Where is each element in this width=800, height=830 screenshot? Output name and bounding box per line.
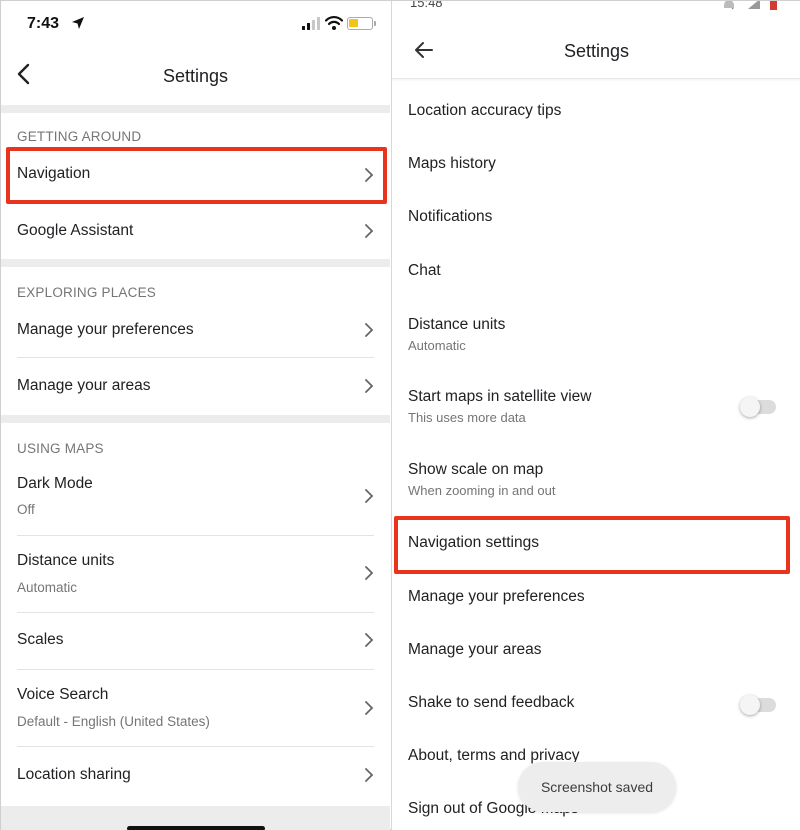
row-label: Google Assistant: [17, 222, 134, 239]
settings-row-voice-search[interactable]: Voice Search Default - English (United S…: [1, 670, 390, 746]
row-label: Shake to send feedback: [408, 694, 575, 711]
row-label: Chat: [408, 262, 441, 279]
row-subtitle: This uses more data: [408, 410, 526, 425]
section-divider: [1, 259, 390, 267]
section-divider: [1, 415, 390, 423]
satellite-view-toggle[interactable]: [740, 397, 776, 417]
android-settings-screen: 15:48 Settings Location accuracy tips Ma…: [391, 1, 800, 830]
row-label: Manage your areas: [408, 641, 542, 658]
battery-icon: [347, 17, 376, 30]
settings-row-location-sharing[interactable]: Location sharing: [1, 747, 390, 803]
status-time: 15:48: [410, 1, 443, 10]
row-value: Default - English (United States): [17, 714, 210, 729]
shake-feedback-toggle[interactable]: [740, 695, 776, 715]
settings-row-chat[interactable]: Chat: [392, 244, 800, 297]
toggle-knob: [740, 695, 760, 715]
ios-header: Settings: [1, 45, 390, 105]
row-label: Maps history: [408, 155, 496, 172]
settings-row-navigation[interactable]: Navigation: [1, 149, 390, 203]
row-value: Off: [17, 502, 35, 517]
row-value: Automatic: [17, 580, 78, 595]
settings-row-distance-units[interactable]: Distance units Automatic: [1, 536, 390, 612]
chevron-right-icon: [365, 168, 374, 182]
settings-row-shake-feedback[interactable]: Shake to send feedback: [392, 676, 800, 729]
settings-row-show-scale[interactable]: Show scale on map When zooming in and ou…: [392, 441, 800, 514]
chevron-right-icon: [365, 566, 374, 580]
android-status-bar: 15:48: [392, 1, 800, 17]
row-label: Navigation: [17, 165, 91, 182]
settings-row-notifications[interactable]: Notifications: [392, 191, 800, 244]
row-label: Manage your preferences: [17, 321, 194, 338]
row-subtitle: When zooming in and out: [408, 483, 556, 498]
section-header-using-maps: USING MAPS: [17, 441, 104, 456]
section-header-exploring-places: EXPLORING PLACES: [17, 285, 156, 300]
chevron-right-icon: [365, 633, 374, 647]
chevron-right-icon: [365, 701, 374, 715]
section-header-getting-around: GETTING AROUND: [17, 129, 142, 144]
row-label: Location accuracy tips: [408, 102, 562, 119]
status-time: 7:43: [27, 15, 60, 32]
wifi-icon: [325, 16, 343, 30]
row-label: Show scale on map: [408, 461, 544, 478]
settings-row-manage-areas[interactable]: Manage your areas: [1, 358, 390, 414]
page-title: Settings: [162, 66, 229, 86]
ios-status-bar: 7:43: [1, 1, 390, 45]
cellular-signal-icon: [302, 17, 320, 30]
row-label: Voice Search: [17, 686, 109, 703]
chevron-right-icon: [365, 768, 374, 782]
page-title: Settings: [564, 41, 630, 61]
screenshot-frame: 7:43 Settings GETTING AROUND Navigation: [0, 0, 800, 830]
row-label: Distance units: [408, 316, 506, 333]
settings-row-manage-areas[interactable]: Manage your areas: [392, 623, 800, 676]
settings-row-dark-mode[interactable]: Dark Mode Off: [1, 461, 390, 535]
settings-row-navigation-settings[interactable]: Navigation settings: [392, 516, 800, 570]
row-label: Notifications: [408, 208, 493, 225]
settings-row-location-accuracy-tips[interactable]: Location accuracy tips: [392, 85, 800, 138]
settings-row-google-assistant[interactable]: Google Assistant: [1, 204, 390, 258]
status-icons: [724, 1, 777, 10]
chevron-right-icon: [365, 489, 374, 503]
back-arrow-icon[interactable]: [414, 41, 434, 59]
row-label: Manage your preferences: [408, 588, 585, 605]
toggle-knob: [740, 397, 760, 417]
ios-settings-screen: 7:43 Settings GETTING AROUND Navigation: [1, 1, 390, 830]
row-label: Distance units: [17, 552, 115, 569]
chevron-right-icon: [365, 323, 374, 337]
chevron-right-icon: [365, 379, 374, 393]
chevron-right-icon: [365, 224, 374, 238]
location-arrow-icon: [72, 17, 84, 29]
row-label: Start maps in satellite view: [408, 388, 592, 405]
android-header: Settings: [392, 17, 800, 79]
settings-row-maps-history[interactable]: Maps history: [392, 138, 800, 191]
settings-row-manage-preferences[interactable]: Manage your preferences: [1, 303, 390, 357]
row-label: Location sharing: [17, 766, 131, 783]
settings-row-manage-preferences[interactable]: Manage your preferences: [392, 570, 800, 623]
settings-row-scales[interactable]: Scales: [1, 613, 390, 669]
settings-row-satellite-view[interactable]: Start maps in satellite view This uses m…: [392, 367, 800, 441]
row-label: Navigation settings: [408, 534, 539, 551]
row-label: Scales: [17, 631, 64, 648]
row-label: Manage your areas: [17, 377, 151, 394]
screenshot-saved-toast: Screenshot saved: [518, 762, 676, 812]
section-divider: [1, 105, 390, 113]
home-indicator[interactable]: [127, 826, 265, 830]
row-label: Dark Mode: [17, 475, 93, 492]
settings-row-distance-units[interactable]: Distance units Automatic: [392, 297, 800, 367]
row-value: Automatic: [408, 338, 466, 353]
